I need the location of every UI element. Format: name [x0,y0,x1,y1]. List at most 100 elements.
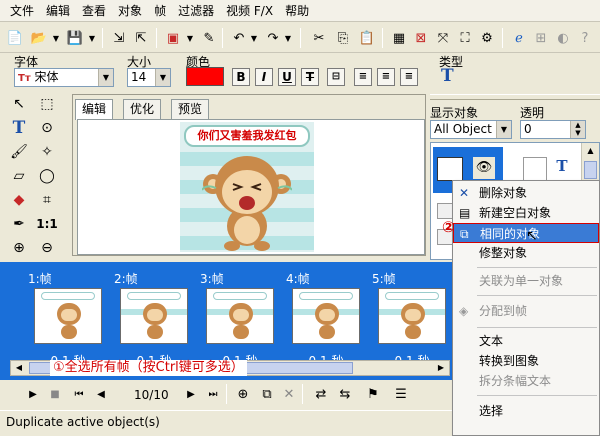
zoom-in-icon[interactable]: ⊕ [8,237,30,259]
frame-item[interactable]: 4:帧 0.1 秒 [284,270,368,368]
duplicate-frame-icon[interactable]: ⧉ [256,383,278,405]
select-box-icon[interactable]: ⬚ [36,93,58,115]
menu-item-text[interactable]: 文本 [453,331,599,351]
prev-frame-icon[interactable]: ◀ [90,383,112,405]
show-objects-select[interactable]: All Object ▼ [430,120,512,139]
chevron-down-icon: ▼ [155,69,170,86]
eyedropper-icon[interactable]: ✒ [8,213,30,235]
optimize-icon[interactable]: ⚙ [476,27,498,49]
menu-object[interactable]: 对象 [112,1,148,21]
align-center-button[interactable]: ≡ [377,68,395,86]
crop-tool-icon[interactable]: ⌗ [36,189,58,211]
play-preview-icon[interactable]: ◐ [552,27,574,49]
frame-item[interactable]: 2:帧 0.1 秒 [112,270,196,368]
move-tool-icon[interactable]: ⊙ [36,117,58,139]
frame-item[interactable]: 5:帧 0.1 秒 [370,270,454,368]
menu-file[interactable]: 文件 [4,1,40,21]
tween-icon[interactable]: ⇄ [310,383,332,405]
eraser-icon[interactable]: ▱ [8,165,30,187]
bold-button[interactable]: B [232,68,250,86]
new-file-icon[interactable]: 📄 [4,27,26,49]
frame-item[interactable]: 3:帧 0.1 秒 [198,270,282,368]
actual-size-icon[interactable]: 1:1 [36,213,58,235]
fill-bucket-icon[interactable]: ◆ [8,189,30,211]
align-right-button[interactable]: ≡ [400,68,418,86]
browser-preview-icon[interactable]: ℯ [508,27,530,49]
image-icon[interactable]: ▣ [162,27,184,49]
options-icon[interactable]: ☰ [390,383,412,405]
text-type-icon[interactable]: T [441,66,454,86]
delete-frame-button-icon[interactable]: ✕ [278,383,300,405]
tab-edit[interactable]: 编辑 [75,99,114,120]
magic-wand-icon[interactable]: ✧ [36,141,58,163]
color-swatch[interactable] [186,67,224,86]
save-icon[interactable]: 💾 [64,27,86,49]
chevron-down-icon[interactable]: ▼ [50,27,62,49]
resize-icon[interactable]: ⤧ [432,27,454,49]
frame-properties-icon[interactable]: ⚑ [362,383,384,405]
first-frame-icon[interactable]: ⏮ [68,383,90,405]
scroll-thumb[interactable] [584,161,597,179]
monkey-illustration [202,156,292,251]
menu-help[interactable]: 帮助 [279,1,315,21]
tab-optimize[interactable]: 优化 [123,99,162,119]
arrow-select-icon[interactable]: ↖ [8,93,30,115]
text-tool-icon[interactable]: T [8,117,30,139]
paste-icon[interactable]: 📋 [356,27,378,49]
zoom-out-icon[interactable]: ⊖ [36,237,58,259]
italic-button[interactable]: I [255,68,273,86]
menu-item-duplicate-object[interactable]: ⧉ 相同的对象 ↖ [453,223,599,244]
underline-button[interactable]: U [278,68,296,86]
menu-item-new-blank-object[interactable]: ▤ 新建空白对象 [453,203,599,223]
add-frame-icon[interactable]: ⊕ [232,383,254,405]
next-frame-icon[interactable]: ▶ [180,383,202,405]
eye-icon[interactable]: 👁 [473,157,495,179]
menu-video-fx[interactable]: 视频 F/X [220,1,279,21]
scroll-left-icon[interactable]: ◀ [11,361,27,375]
menu-frame[interactable]: 帧 [148,1,172,21]
chevron-down-icon[interactable]: ▼ [86,27,98,49]
preview-icon[interactable]: ⊞ [530,27,552,49]
play-icon[interactable]: ▶ [22,383,44,405]
copy-icon[interactable]: ⎘ [332,27,354,49]
reverse-icon[interactable]: ⇆ [334,383,356,405]
wizard-icon[interactable]: ✎ [198,27,220,49]
outline-button[interactable]: ⊟ [327,68,345,86]
frame-item[interactable]: 1:帧 0.1 秒 [26,270,110,368]
chevron-down-icon[interactable]: ▼ [184,27,196,49]
size-select[interactable]: 14 ▼ [127,68,171,87]
align-left-button[interactable]: ≡ [354,68,372,86]
menu-view[interactable]: 查看 [76,1,112,21]
import-icon[interactable]: ⇲ [108,27,130,49]
frame-icon[interactable]: ▦ [388,27,410,49]
menu-item-convert-to-image[interactable]: 转换到图象 [453,351,599,371]
object-blank[interactable] [523,157,547,181]
menu-item-trim-object[interactable]: 修整对象 [453,243,599,263]
open-folder-icon[interactable]: 📂 [28,27,50,49]
crop-icon[interactable]: ⛶ [454,27,476,49]
last-frame-icon[interactable]: ⏭ [202,383,224,405]
tab-preview[interactable]: 预览 [171,99,210,119]
chevron-down-icon[interactable]: ▼ [248,27,260,49]
export-icon[interactable]: ⇱ [130,27,152,49]
undo-icon[interactable]: ↶ [228,27,250,49]
help-icon[interactable]: ? [574,27,596,49]
stop-icon[interactable]: ■ [44,383,66,405]
scroll-right-icon[interactable]: ▶ [433,361,449,375]
edit-canvas[interactable]: 你们又害羞我发红包 [77,119,425,255]
cut-icon[interactable]: ✂ [308,27,330,49]
strikethrough-button[interactable]: T [301,68,319,86]
lasso-icon[interactable]: ◯ [36,165,58,187]
delete-frame-icon[interactable]: ⊠ [410,27,432,49]
font-select[interactable]: Tт 宋体 ▼ [14,68,114,87]
menu-item-delete-object[interactable]: ✕ 删除对象 [453,183,599,203]
menu-item-select[interactable]: 选择 [453,401,599,421]
chevron-down-icon[interactable]: ▼ [282,27,294,49]
spinner-arrows-icon[interactable]: ▲ ▼ [570,121,585,138]
opacity-spinner[interactable]: 0 ▲ ▼ [520,120,586,139]
brush-icon[interactable]: 🖌 [8,141,30,163]
scroll-up-icon[interactable]: ▲ [582,143,599,159]
menu-edit[interactable]: 编辑 [40,1,76,21]
menu-filter[interactable]: 过滤器 [172,1,220,21]
redo-icon[interactable]: ↷ [262,27,284,49]
